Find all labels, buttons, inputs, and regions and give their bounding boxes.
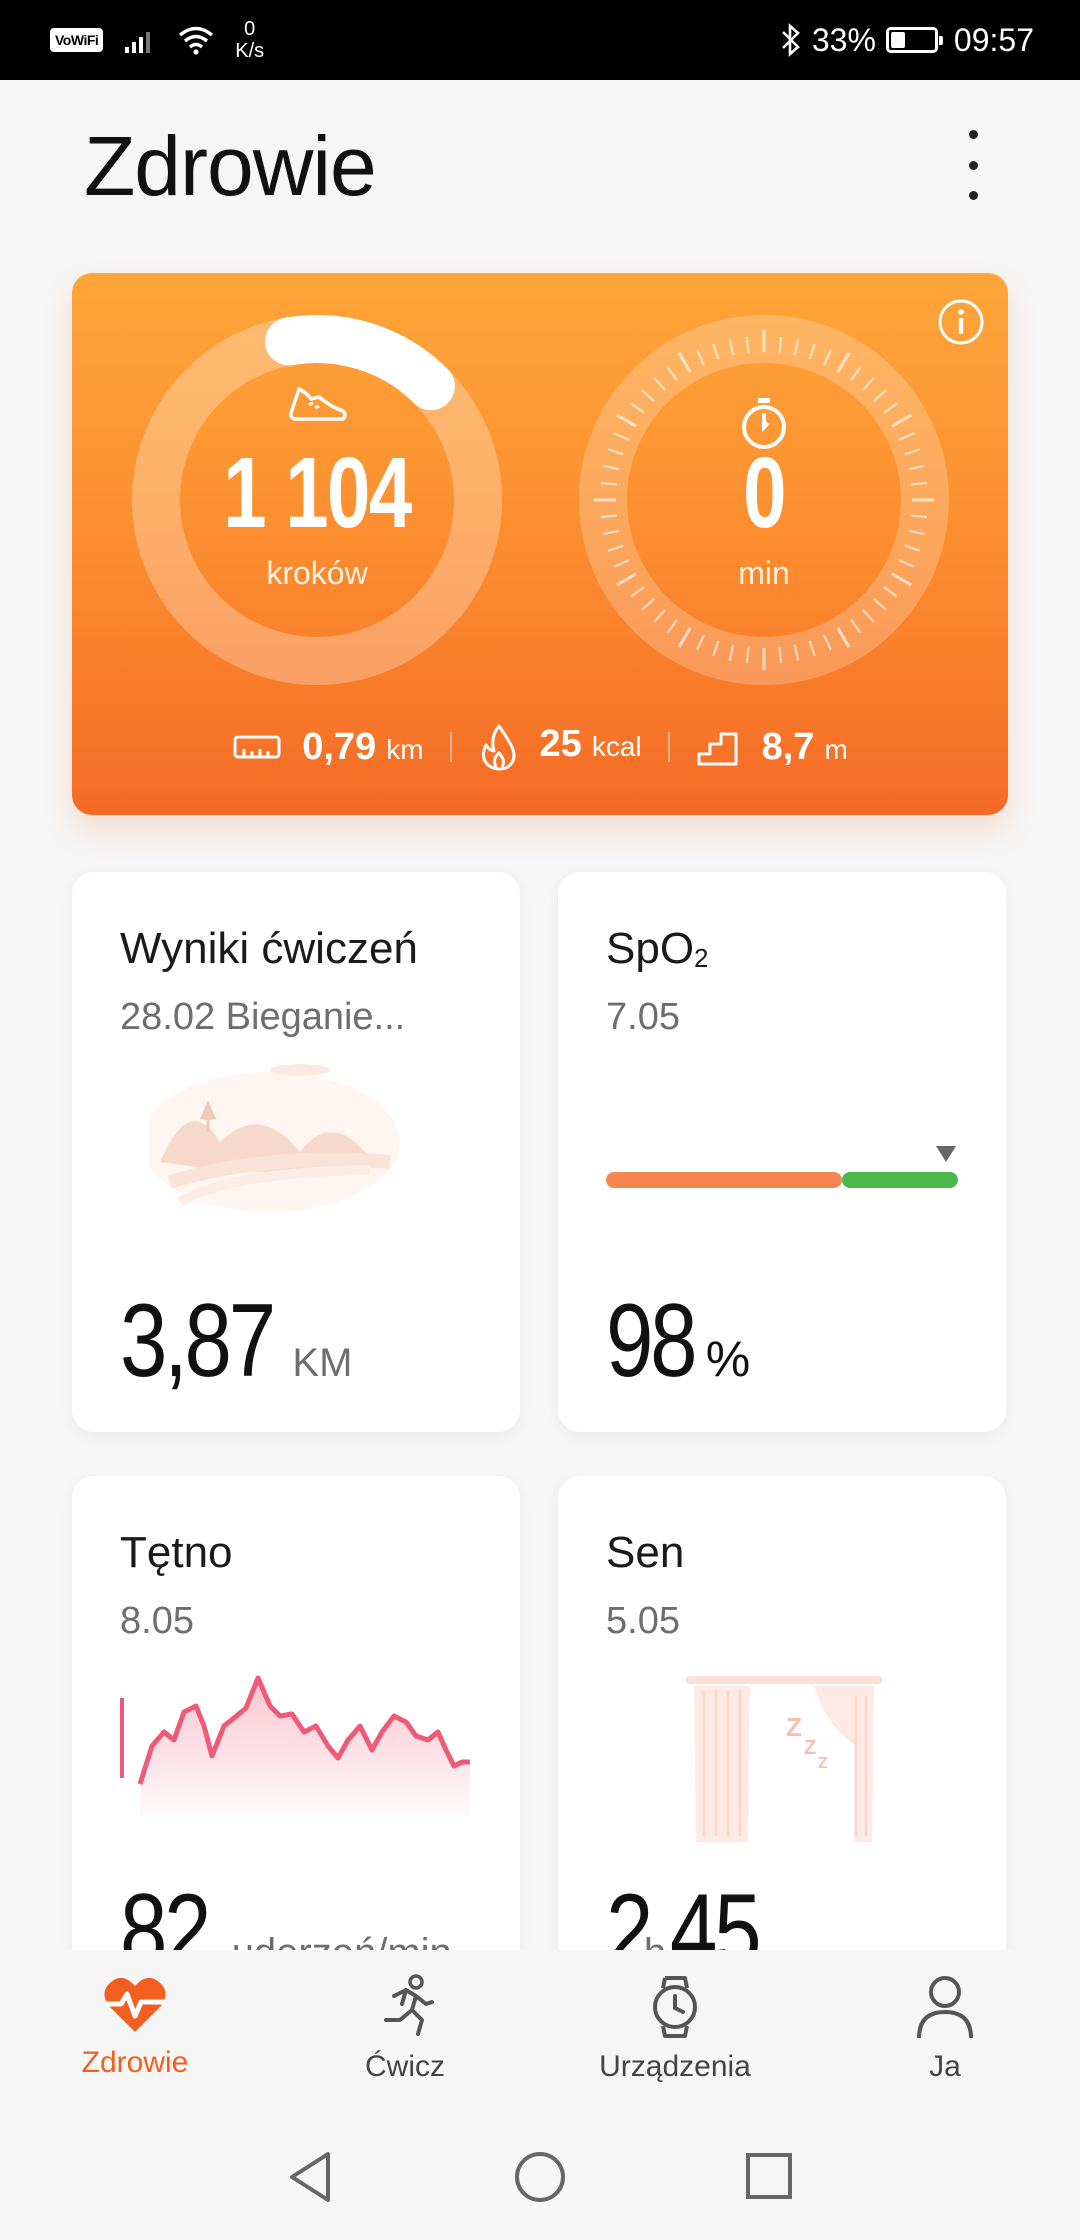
spo2-title: SpO: [606, 924, 695, 973]
activity-card[interactable]: 1 104 kroków 0 min 0,79 km 25 kcal 8,7 m: [72, 273, 1008, 815]
steps-label: kroków: [266, 555, 368, 591]
wifi-icon: [179, 26, 214, 55]
bottom-navigation: Zdrowie Ćwicz Urządzenia Ja: [0, 1950, 1080, 2118]
nav-label: Urządzenia: [599, 2050, 751, 2083]
climb-stat: 8,7 m: [696, 726, 848, 769]
spo2-range-bar: [606, 1146, 958, 1188]
steps-summary: 1 104 kroków: [132, 315, 502, 685]
battery-level: [890, 32, 906, 48]
system-navigation-bar: [0, 2118, 1080, 2240]
calories-unit: kcal: [591, 731, 642, 762]
shoe-icon: [289, 387, 347, 421]
divider: [449, 732, 452, 762]
distance-value: 0,79: [302, 725, 377, 768]
page-title: Zdrowie: [84, 119, 377, 213]
minutes-label: min: [738, 555, 790, 591]
pointer-triangle-icon: [936, 1146, 956, 1162]
nav-tab-exercise[interactable]: Ćwicz: [270, 1950, 540, 2118]
workout-subtitle: 28.02 Bieganie...: [120, 996, 406, 1038]
recent-apps-icon[interactable]: [742, 2148, 796, 2206]
nav-tab-me[interactable]: Ja: [810, 1950, 1080, 2118]
curtains-illustration: Z Z Z: [686, 1676, 882, 1842]
vowifi-badge: VoWiFi: [50, 28, 104, 52]
climb-unit: m: [824, 733, 848, 765]
heart-date: 8.05: [120, 1600, 194, 1642]
back-icon[interactable]: [284, 2148, 336, 2206]
minutes-summary: 0 min: [579, 315, 949, 685]
spo2-value: 98 %: [606, 1282, 750, 1401]
person-icon: [917, 1976, 973, 2039]
stairs-icon: [697, 732, 738, 766]
heart-pulse-icon: [104, 1977, 166, 2032]
tile-title: Sen: [606, 1528, 685, 1577]
calories-stat: 25 kcal: [478, 723, 642, 771]
clock: 09:57: [953, 21, 1034, 58]
climb-value: 8,7: [761, 725, 815, 768]
status-bar: VoWiFi 0 K/s 33% 09:57: [0, 0, 1080, 80]
steps-value: 1 104: [223, 437, 412, 549]
workout-results-tile[interactable]: Wyniki ćwiczeń 28.02 Bieganie... 3,87 KM: [72, 872, 520, 1432]
running-person-icon: [384, 1974, 434, 2036]
workout-distance: 3,87: [120, 1283, 276, 1399]
battery-icon: [885, 27, 943, 53]
speed-value: 0: [244, 18, 256, 40]
smartwatch-icon: [653, 1976, 697, 2038]
minutes-value: 0: [743, 437, 786, 549]
mountains-illustration: [150, 1064, 400, 1212]
svg-text:Z: Z: [786, 1712, 802, 1742]
tile-title: SpO2: [606, 924, 709, 974]
bluetooth-icon: [781, 23, 800, 57]
heart-rate-chart: [120, 1675, 470, 1816]
distance-unit: km: [386, 733, 424, 765]
calories-value: 25: [539, 723, 582, 765]
tile-title: Tętno: [120, 1528, 233, 1577]
spo2-date: 7.05: [606, 996, 680, 1038]
spo2-percent: 98: [606, 1283, 698, 1399]
nav-tab-devices[interactable]: Urządzenia: [540, 1950, 810, 2118]
flame-icon: [481, 724, 515, 771]
nav-label: Zdrowie: [81, 2046, 189, 2079]
nav-label: Ćwicz: [365, 2050, 445, 2083]
nav-label: Ja: [929, 2050, 961, 2083]
divider: [667, 732, 670, 762]
workout-unit: KM: [292, 1341, 353, 1385]
spo2-tile[interactable]: SpO2 7.05 98 %: [558, 872, 1006, 1432]
spo2-unit: %: [705, 1331, 751, 1387]
activity-stats-row: 0,79 km 25 kcal 8,7 m: [72, 723, 1008, 771]
speed-unit: K/s: [235, 40, 265, 62]
cell-signal-icon: [125, 32, 151, 53]
tile-title: Wyniki ćwiczeń: [120, 924, 418, 973]
battery-percent: 33%: [811, 21, 876, 58]
network-speed: 0 K/s: [235, 18, 264, 62]
more-options-icon[interactable]: [955, 130, 991, 200]
spo2-subscript: 2: [694, 943, 709, 973]
home-icon[interactable]: [511, 2148, 569, 2206]
nav-tab-health[interactable]: Zdrowie: [0, 1950, 270, 2118]
svg-text:Z: Z: [818, 1755, 828, 1772]
distance-stat: 0,79 km: [232, 725, 424, 769]
ruler-icon: [233, 735, 281, 759]
sleep-date: 5.05: [606, 1600, 680, 1642]
workout-value: 3,87 KM: [120, 1282, 352, 1401]
svg-text:Z: Z: [804, 1737, 816, 1759]
